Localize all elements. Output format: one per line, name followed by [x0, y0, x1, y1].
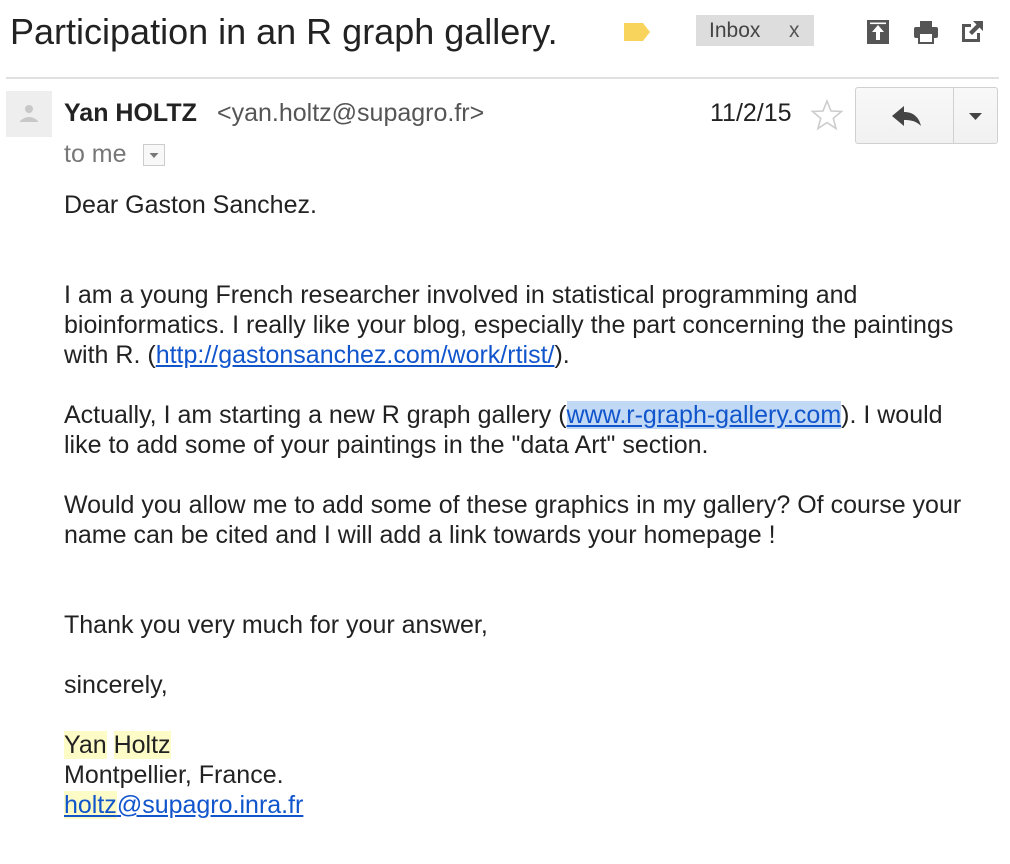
- signature-email-link[interactable]: holtz@supagro.inra.fr: [64, 791, 303, 819]
- email-view: Participation in an R graph gallery. Inb…: [0, 0, 1010, 864]
- move-to-inbox-icon[interactable]: [864, 18, 892, 46]
- signature-email: holtz@supagro.inra.fr: [64, 790, 964, 820]
- signature-name: Yan Holtz: [64, 730, 964, 760]
- sender-email: <yan.holtz@supagro.fr>: [217, 99, 485, 127]
- sender-avatar: [6, 91, 52, 137]
- sender-name[interactable]: Yan HOLTZ: [64, 99, 197, 128]
- label-tag-icon[interactable]: [622, 21, 652, 43]
- closing-line: sincerely,: [64, 671, 168, 699]
- print-icon[interactable]: [912, 18, 940, 46]
- open-in-new-window-icon[interactable]: [958, 18, 986, 46]
- thanks-line: Thank you very much for your answer,: [64, 611, 488, 639]
- more-actions-button[interactable]: [954, 88, 997, 143]
- chevron-down-icon: [969, 113, 982, 120]
- email-subject: Participation in an R graph gallery.: [10, 11, 558, 52]
- paragraph-3: Would you allow me to add some of these …: [64, 491, 962, 549]
- remove-label-button[interactable]: x: [789, 15, 800, 46]
- star-icon[interactable]: [810, 98, 844, 132]
- signature-email-user: holtz: [64, 791, 117, 819]
- inbox-label-chip[interactable]: Inbox x: [696, 15, 814, 46]
- paragraph-2-text: Actually, I am starting a new R graph ga…: [64, 401, 567, 429]
- chevron-down-icon: [149, 153, 159, 158]
- signature-location: Montpellier, France.: [64, 761, 284, 789]
- email-body: Dear Gaston Sanchez. I am a young French…: [64, 190, 964, 820]
- reply-button-group: [855, 87, 998, 144]
- inbox-label-text: Inbox: [709, 19, 761, 42]
- reply-button[interactable]: [856, 88, 953, 143]
- paragraph-1: I am a young French researcher involved …: [64, 280, 964, 370]
- signature-email-domain: @supagro.inra.fr: [116, 791, 304, 819]
- reply-icon: [892, 106, 921, 126]
- paragraph-2: Actually, I am starting a new R graph ga…: [64, 400, 964, 460]
- blog-link[interactable]: http://gastonsanchez.com/work/rtist/: [156, 341, 555, 369]
- email-date: 11/2/15: [710, 99, 792, 127]
- greeting: Dear Gaston Sanchez.: [64, 191, 317, 219]
- paragraph-1-end: ).: [554, 341, 570, 369]
- recipient-summary: to me: [64, 140, 127, 168]
- gallery-link[interactable]: www.r-graph-gallery.com: [566, 401, 842, 429]
- show-details-button[interactable]: [143, 144, 165, 166]
- signature-last-name: Holtz: [113, 731, 171, 759]
- signature-first-name: Yan: [64, 731, 107, 759]
- header-divider: [6, 77, 999, 79]
